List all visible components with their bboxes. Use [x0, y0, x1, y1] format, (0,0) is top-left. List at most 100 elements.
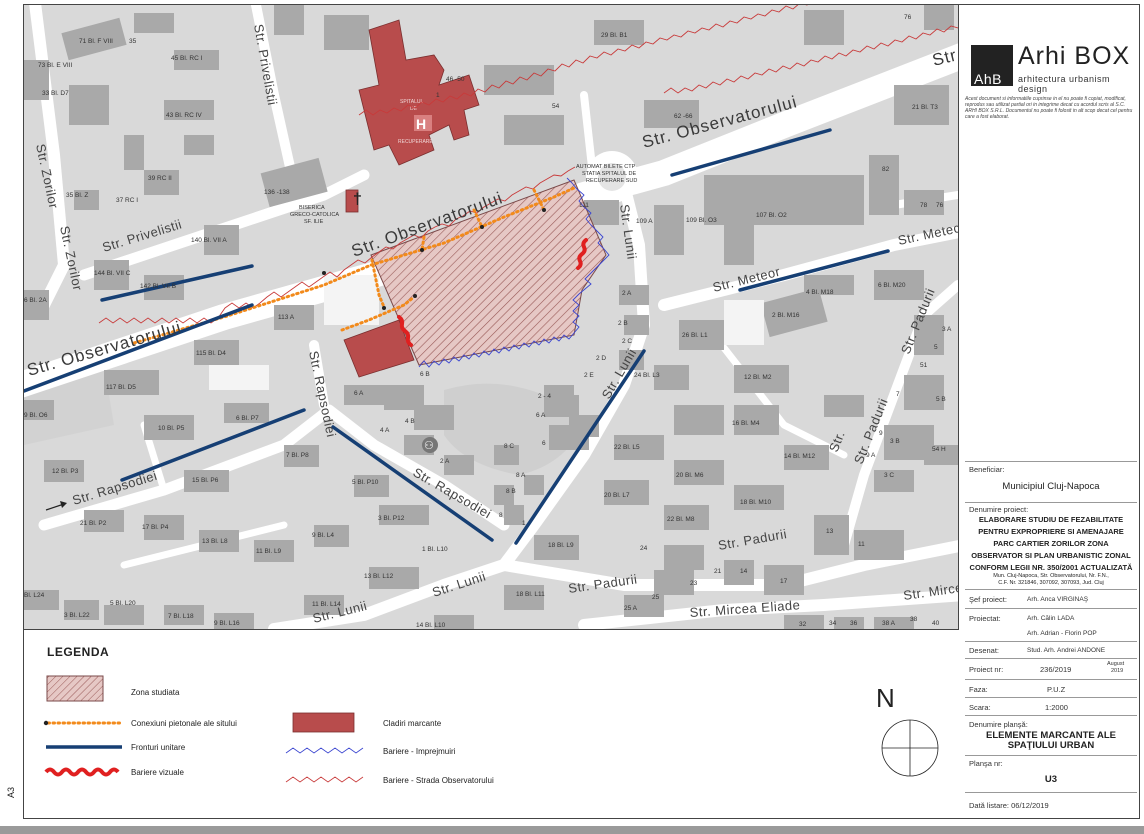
legend-swatch-fence	[285, 747, 364, 754]
bldg-label: 17 Bl. P4	[142, 524, 169, 531]
bldg-label: 2 - 4	[538, 393, 551, 400]
bldg-label: 4 A	[380, 427, 390, 434]
map-legend: LEGENDA Zona studiata Conexiuni pietonal…	[24, 630, 958, 819]
bldg-label: 7	[896, 391, 900, 398]
bldg-label: 9 Bl. L16	[214, 620, 240, 627]
street-padurii-south[interactable]: Str. Padurii	[717, 526, 788, 553]
bldg-label: 117 Bl. D5	[106, 384, 136, 391]
bldg-label: 3 B	[890, 438, 900, 445]
project-name-line-5: CONFORM LEGII NR. 350/2001 ACTUALIZATĂ	[969, 563, 1133, 572]
bldg-label: 7 Bl. P8	[286, 452, 309, 459]
map-canvas[interactable]: H SPITALUL DE RECUPERARE † ⚇ Str. Observ…	[24, 5, 958, 629]
project-number-value: 236/2019	[1040, 665, 1072, 674]
bldg-label: 36	[850, 620, 858, 627]
sheet-title-section: Denumire planşă: ELEMENTE MARCANTE ALE S…	[965, 715, 1137, 756]
bldg-label: 24 Bl. L3	[634, 372, 660, 379]
bldg-label: 22 Bl. L5	[614, 444, 640, 451]
legend-label-fronts: Fronturi unitare	[131, 743, 186, 752]
bldg-label: 43 Bl. RC IV	[166, 112, 202, 119]
designer-1: Arh. Călin LADA	[1027, 615, 1075, 622]
drawing-sheet: A3 H SPITALUL DE RECUPERARE † ⚇ Str. Obs…	[0, 0, 1144, 834]
bldg-label: 25 A	[624, 605, 638, 612]
bldg-label: 142 Bl. VII B	[140, 283, 176, 290]
bldg-label: 6	[542, 440, 546, 447]
bldg-label: 11 Bl. L14	[312, 601, 341, 608]
bldg-label: 2 B	[618, 320, 628, 327]
drawn-by-row: Desenat: Stud. Arh. Andrei ANDONE	[965, 641, 1137, 659]
project-name-label: Denumire proiect:	[969, 505, 1029, 514]
bldg-label: 22 Bl. M8	[667, 516, 695, 523]
bldg-label: 17	[780, 578, 788, 585]
bldg-label: 21	[714, 568, 722, 575]
church-label-1: BISERICA	[299, 205, 325, 211]
bldg-label: 39 RC II	[148, 175, 172, 182]
bldg-label: 35 Bl. Z	[66, 192, 88, 199]
bldg-label: 5	[934, 344, 938, 351]
bldg-label: 12 Bl. M2	[744, 374, 772, 381]
bldg-label: 115 Bl. D4	[196, 350, 226, 357]
bldg-label: 144 Bl. VII C	[94, 270, 131, 277]
title-block: AhB Arhi BOX arhitectura urbanism design…	[959, 5, 1139, 818]
bldg-label: 82	[882, 166, 890, 173]
street-privelistii-north[interactable]: Str. Privelistii	[251, 23, 280, 107]
bldg-label: 3 C	[884, 472, 894, 479]
bldg-label: 62 -66	[674, 113, 693, 120]
legend-swatch-pedestrian-head	[43, 720, 49, 726]
bldg-label: 38	[910, 616, 918, 623]
legend-swatch-landmark	[292, 712, 355, 733]
bldg-label: 11 Bl. L9	[256, 548, 282, 555]
project-date-year: 2019	[1111, 668, 1124, 674]
project-address-line-2: C.F. Nr. 321846, 307092, 307093, Jud. Cl…	[998, 580, 1104, 586]
sheet-size-tag: A3	[6, 786, 16, 798]
street-sti[interactable]: Str.	[826, 429, 848, 455]
scale-row: Scara: 1:2000	[965, 697, 1137, 716]
project-lead-row: Şef proiect: Arh. Anca VIRGINAŞ	[965, 589, 1137, 609]
bldg-label: 5 Bl. P10	[352, 479, 379, 486]
hospital-mark: H	[416, 116, 426, 132]
bldg-label: 18 Bl. L11	[516, 591, 545, 598]
bldg-label: 140 Bl. VII A	[191, 237, 227, 244]
phase-row: Faza: P.U.Z	[965, 679, 1137, 698]
drawn-by-label: Desenat:	[969, 646, 1000, 655]
sports-icon: ⚇	[424, 440, 434, 452]
bldg-label: 78	[920, 202, 928, 209]
bldg-label: 33 Bl. D7	[42, 90, 69, 97]
company-tagline: arhitectura urbanism design	[1018, 74, 1111, 94]
bldg-label: 24	[640, 545, 648, 552]
bottom-bar	[0, 826, 1144, 834]
ticket-machine-label-3: RECUPERARE SUD	[586, 178, 637, 184]
bldg-label: 11	[858, 541, 865, 548]
bldg-label: 111	[579, 202, 589, 209]
bldg-label: 2 E	[584, 372, 594, 379]
bldg-label: 51	[920, 362, 928, 369]
bldg-label: 109 Bl. O3	[686, 217, 717, 224]
beneficiary-section: Beneficiar: Municipiul Cluj-Napoca	[965, 461, 1137, 504]
church-cross-icon: †	[353, 191, 362, 208]
sheet-title-label: Denumire planşă:	[969, 720, 1028, 729]
bldg-label: 21 Bl. P2	[80, 520, 107, 527]
bldg-label: 9 Bl. L4	[312, 532, 334, 539]
bldg-label: 9	[879, 430, 883, 437]
project-name-line-3: PARC CARTIER ZORILOR ZONA	[993, 539, 1109, 548]
bldg-label: 15 Bl. P6	[192, 477, 219, 484]
bldg-label: 23	[690, 580, 698, 587]
legend-swatch-visual-barriers	[44, 767, 120, 777]
bldg-label: 13 Bl. L12	[364, 573, 394, 580]
bldg-label: 13	[826, 528, 834, 535]
bldg-label: 14 Bl. L10	[416, 622, 446, 629]
bldg-label: 2 A	[440, 458, 450, 465]
bldg-label: 6 B	[420, 371, 430, 378]
site-map[interactable]: H SPITALUL DE RECUPERARE † ⚇ Str. Observ…	[24, 5, 959, 630]
project-date-month: August	[1107, 661, 1125, 667]
bldg-label: 29 Bl. B1	[601, 32, 628, 39]
bldg-label: 8	[499, 512, 503, 519]
bldg-label: 6 Bl. P7	[236, 415, 259, 422]
bldg-label: 13 Bl. L8	[202, 538, 228, 545]
print-date: Dată listare: 06/12/2019	[969, 801, 1049, 810]
street-lunii-south[interactable]: Str. Lunii	[430, 568, 488, 599]
bldg-label: 5 Bl. L20	[110, 600, 136, 607]
bldg-label: 107 Bl. O2	[756, 212, 787, 219]
bldg-label: 109 A	[636, 218, 653, 225]
bldg-label: 6 A	[354, 390, 364, 397]
drawn-by-value: Stud. Arh. Andrei ANDONE	[1027, 647, 1106, 654]
